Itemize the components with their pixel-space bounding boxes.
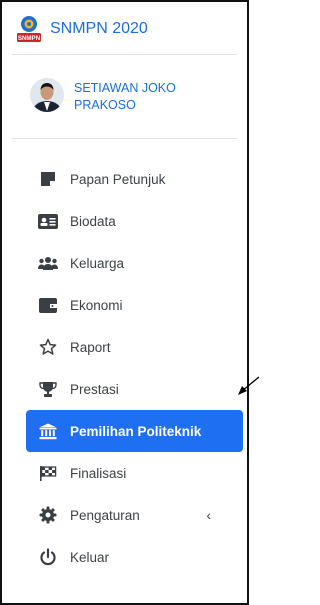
sidebar-item-pemilihan-politeknik[interactable]: Pemilihan Politeknik	[26, 410, 243, 452]
user-name: SETIAWAN JOKO PRAKOSO	[74, 81, 176, 112]
sidebar-item-ekonomi[interactable]: Ekonomi	[2, 284, 247, 326]
avatar	[30, 78, 64, 112]
note-icon	[38, 170, 58, 188]
gear-icon	[38, 506, 58, 524]
sidebar-item-label: Pengaturan	[70, 507, 140, 523]
users-icon	[38, 254, 58, 272]
trophy-icon	[38, 380, 58, 398]
university-icon	[38, 422, 58, 440]
sidebar-item-biodata[interactable]: Biodata	[2, 200, 247, 242]
power-icon	[38, 548, 58, 566]
flag-checkered-icon	[38, 464, 58, 482]
sidebar-item-keluar[interactable]: Keluar	[2, 536, 247, 578]
sidebar-item-raport[interactable]: Raport	[2, 326, 247, 368]
sidebar: SNMPN SNMPN 2020 SETIAWAN JOKO PRAKOSO P…	[0, 0, 249, 605]
brand[interactable]: SNMPN SNMPN 2020	[16, 14, 148, 44]
sidebar-item-label: Keluar	[70, 549, 110, 565]
sidebar-item-label: Biodata	[70, 213, 116, 229]
sidebar-item-label: Prestasi	[70, 381, 119, 397]
sidebar-item-papan-petunjuk[interactable]: Papan Petunjuk	[2, 158, 247, 200]
snmpn-logo-icon: SNMPN	[16, 15, 42, 43]
pointer-arrow-icon	[238, 376, 260, 401]
chevron-left-icon[interactable]: ‹	[206, 507, 211, 523]
sidebar-item-label: Raport	[70, 339, 111, 355]
brand-title: SNMPN 2020	[50, 20, 148, 37]
sidebar-item-label: Pemilihan Politeknik	[70, 423, 202, 439]
sidebar-item-pengaturan[interactable]: Pengaturan ‹	[2, 494, 247, 536]
star-icon	[38, 338, 58, 356]
user-panel[interactable]: SETIAWAN JOKO PRAKOSO	[30, 78, 214, 114]
sidebar-item-label: Finalisasi	[70, 465, 127, 481]
sidebar-item-label: Keluarga	[70, 255, 125, 271]
divider	[12, 138, 237, 139]
sidebar-menu: Papan Petunjuk Biodata Keluarga Ekonomi	[2, 158, 247, 578]
sidebar-item-label: Papan Petunjuk	[70, 171, 166, 187]
svg-text:SNMPN: SNMPN	[18, 35, 41, 42]
sidebar-item-prestasi[interactable]: Prestasi	[2, 368, 247, 410]
wallet-icon	[38, 296, 58, 314]
divider	[12, 54, 237, 55]
sidebar-item-finalisasi[interactable]: Finalisasi	[2, 452, 247, 494]
sidebar-item-keluarga[interactable]: Keluarga	[2, 242, 247, 284]
id-card-icon	[38, 212, 58, 230]
sidebar-item-label: Ekonomi	[70, 297, 123, 313]
